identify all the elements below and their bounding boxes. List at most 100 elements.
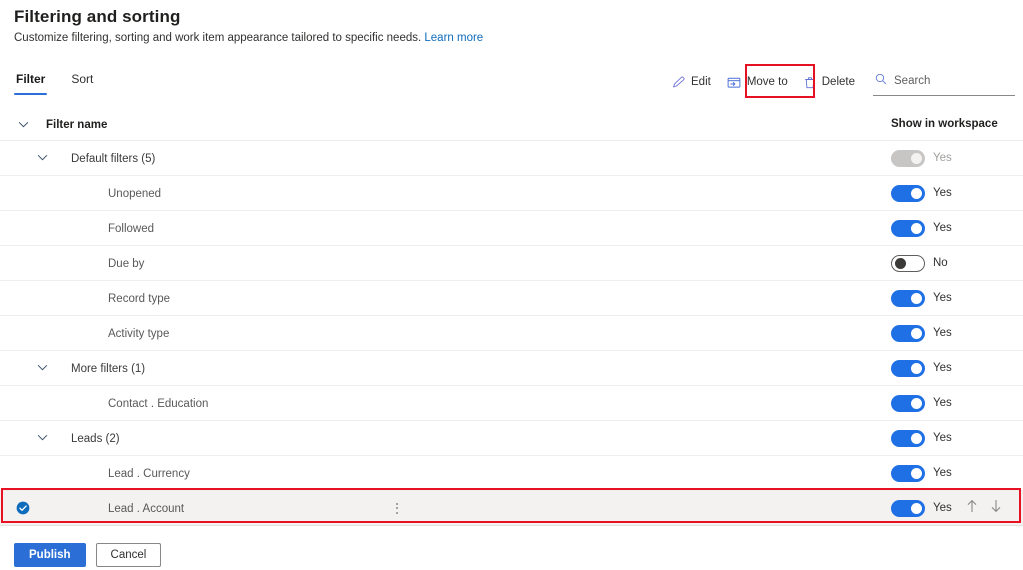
show-in-workspace-toggle[interactable] xyxy=(891,324,925,342)
toggle-label: Yes xyxy=(933,467,952,479)
row-name-cell: Unopened xyxy=(46,184,868,202)
row-name-cell: Lead . Currency xyxy=(46,464,868,482)
move-up-arrow-icon[interactable] xyxy=(966,499,978,518)
tab-filter[interactable]: Filter xyxy=(14,70,48,95)
trash-icon xyxy=(804,76,816,89)
move-to-button-label: Move to xyxy=(746,76,788,88)
toggle-label: Yes xyxy=(933,292,952,304)
group-chevron-icon[interactable] xyxy=(37,434,48,441)
row-name-cell: Contact . Education xyxy=(46,394,868,412)
column-header-filter-name: Filter name xyxy=(46,119,108,131)
row-name-cell: Record type xyxy=(46,289,868,307)
column-header-show-in-workspace: Show in workspace xyxy=(891,118,998,130)
show-in-workspace-toggle[interactable] xyxy=(891,219,925,237)
show-in-workspace-toggle[interactable] xyxy=(891,359,925,377)
group-chevron-icon[interactable] xyxy=(37,154,48,161)
page-subtitle-text: Customize filtering, sorting and work it… xyxy=(14,32,422,44)
search-box[interactable]: Search xyxy=(873,69,1015,96)
show-in-workspace-toggle[interactable] xyxy=(891,394,925,412)
row-workspace-cell: Yes xyxy=(868,324,1023,342)
row-name-cell: More filters (1) xyxy=(37,359,868,377)
tab-sort[interactable]: Sort xyxy=(69,70,95,95)
delete-button-label: Delete xyxy=(821,76,855,88)
move-down-arrow-icon[interactable] xyxy=(990,499,1002,518)
toggle-label: Yes xyxy=(933,187,952,199)
table-row[interactable]: More filters (1) Yes xyxy=(0,351,1023,386)
toggle-label: No xyxy=(933,257,948,269)
page-title: Filtering and sorting xyxy=(14,7,181,26)
row-name-cell: Activity type xyxy=(46,324,868,342)
check-circle-icon[interactable] xyxy=(16,501,30,515)
toggle-label: Yes xyxy=(933,327,952,339)
row-name-cell: Lead . Account xyxy=(46,499,868,517)
delete-button[interactable]: Delete xyxy=(796,72,863,93)
row-workspace-cell: Yes xyxy=(868,359,1023,377)
table-header-row: Filter name Show in workspace xyxy=(0,108,1023,141)
cancel-button[interactable]: Cancel xyxy=(95,543,162,567)
more-vertical-icon[interactable] xyxy=(393,500,401,516)
show-in-workspace-toggle[interactable] xyxy=(891,289,925,307)
row-name: Default filters (5) xyxy=(71,153,156,165)
show-in-workspace-toggle[interactable] xyxy=(891,184,925,202)
row-name-cell: Leads (2) xyxy=(37,429,868,447)
table-row-selected[interactable]: Lead . Account Yes xyxy=(0,491,1023,526)
column-header-workspace-cell: Show in workspace xyxy=(868,118,1023,130)
row-name: Contact . Education xyxy=(108,398,209,410)
table-row[interactable]: Due by No xyxy=(0,246,1023,281)
toggle-label: Yes xyxy=(933,397,952,409)
table-row[interactable]: Leads (2) Yes xyxy=(0,421,1023,456)
show-in-workspace-toggle xyxy=(891,149,925,167)
row-name: Lead . Account xyxy=(108,503,185,515)
page-subtitle: Customize filtering, sorting and work it… xyxy=(14,32,483,44)
table-row[interactable]: Followed Yes xyxy=(0,211,1023,246)
publish-button[interactable]: Publish xyxy=(14,543,86,567)
table-row[interactable]: Contact . Education Yes xyxy=(0,386,1023,421)
reorder-arrows xyxy=(966,499,1002,518)
row-workspace-cell: Yes xyxy=(868,464,1023,482)
edit-button-label: Edit xyxy=(691,76,711,88)
table-row[interactable]: Record type Yes xyxy=(0,281,1023,316)
row-name-cell: Default filters (5) xyxy=(37,149,868,167)
collapse-all-chevron[interactable] xyxy=(0,121,46,128)
show-in-workspace-toggle[interactable] xyxy=(891,464,925,482)
filtering-and-sorting-page: Filtering and sorting Customize filterin… xyxy=(0,0,1023,570)
group-chevron-icon[interactable] xyxy=(37,364,48,371)
row-workspace-cell: Yes xyxy=(868,499,1023,518)
table-row[interactable]: Lead . Currency Yes xyxy=(0,456,1023,491)
toggle-label: Yes xyxy=(933,362,952,374)
row-name: Lead . Currency xyxy=(108,468,190,480)
show-in-workspace-toggle[interactable] xyxy=(891,254,925,272)
move-to-button[interactable]: Move to xyxy=(719,72,796,93)
row-name: Record type xyxy=(108,293,171,305)
search-icon xyxy=(875,72,887,90)
learn-more-link[interactable]: Learn more xyxy=(424,32,483,44)
pencil-icon xyxy=(672,76,685,89)
move-to-folder-icon xyxy=(727,76,741,89)
command-bar: Edit Move to Delete Search xyxy=(664,68,1023,96)
row-workspace-cell: Yes xyxy=(868,184,1023,202)
row-name: More filters (1) xyxy=(71,363,146,375)
table-row[interactable]: Default filters (5) Yes xyxy=(0,141,1023,176)
table-row[interactable]: Unopened Yes xyxy=(0,176,1023,211)
row-workspace-cell: No xyxy=(868,254,1023,272)
row-name: Followed xyxy=(108,223,155,235)
row-name-cell: Due by xyxy=(46,254,868,272)
row-name: Unopened xyxy=(108,188,162,200)
show-in-workspace-toggle[interactable] xyxy=(891,499,925,517)
show-in-workspace-toggle[interactable] xyxy=(891,429,925,447)
toggle-label: Yes xyxy=(933,152,952,164)
row-workspace-cell: Yes xyxy=(868,219,1023,237)
row-name: Due by xyxy=(108,258,145,270)
edit-button[interactable]: Edit xyxy=(664,72,719,93)
column-header-name-cell: Filter name xyxy=(46,115,868,133)
footer-actions: Publish Cancel xyxy=(14,543,162,567)
search-input-placeholder[interactable]: Search xyxy=(894,75,930,87)
table-row[interactable]: Activity type Yes xyxy=(0,316,1023,351)
row-selection-checkbox[interactable] xyxy=(0,501,46,515)
row-name: Activity type xyxy=(108,328,170,340)
filters-table: Filter name Show in workspace Default fi… xyxy=(0,108,1023,526)
toggle-label: Yes xyxy=(933,432,952,444)
row-workspace-cell: Yes xyxy=(868,394,1023,412)
row-name-cell: Followed xyxy=(46,219,868,237)
row-workspace-cell: Yes xyxy=(868,289,1023,307)
